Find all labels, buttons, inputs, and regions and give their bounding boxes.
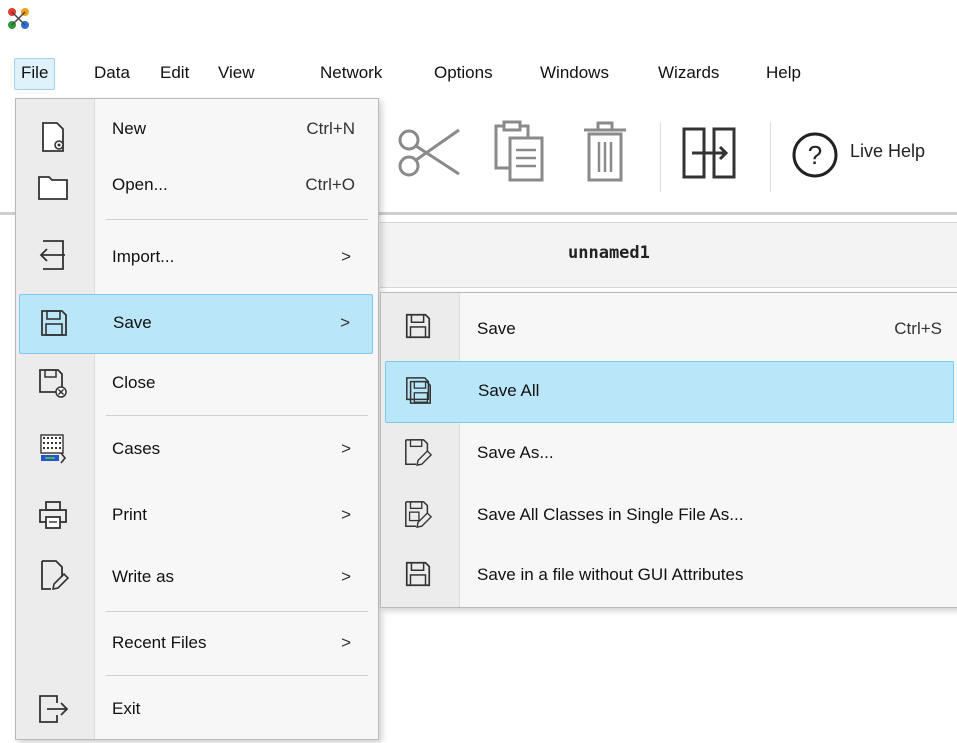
file-menu-print[interactable]: Print > <box>19 487 373 545</box>
network-nodes-logo-icon <box>8 8 29 29</box>
copy-icon[interactable] <box>490 118 548 184</box>
file-menu-open[interactable]: Open... Ctrl+O <box>19 161 373 219</box>
close-file-icon <box>39 369 67 398</box>
help-icon[interactable]: ? <box>790 130 840 180</box>
menu-edit[interactable]: Edit <box>154 58 195 88</box>
file-menu-write-as-label: Write as <box>112 567 175 586</box>
file-menu: New Ctrl+N Open... Ctrl+O Import... > Sa… <box>15 98 379 740</box>
file-menu-exit-label: Exit <box>112 699 141 718</box>
save-submenu-save-shortcut: Ctrl+S <box>894 319 942 338</box>
svg-text:?: ? <box>808 140 822 170</box>
menu-options[interactable]: Options <box>428 58 499 88</box>
file-menu-recent-files-label: Recent Files <box>112 633 207 652</box>
menu-network[interactable]: Network <box>314 58 388 88</box>
save-submenu-save-all-classes[interactable]: Save All Classes in Single File As... <box>385 485 954 545</box>
save-submenu-save-no-gui-label: Save in a file without GUI Attributes <box>477 565 744 584</box>
split-window-icon[interactable] <box>680 125 738 181</box>
write-as-icon <box>41 560 69 591</box>
file-menu-new-label: New <box>112 119 147 138</box>
submenu-arrow: > <box>341 633 351 652</box>
open-folder-icon <box>38 176 68 200</box>
submenu-arrow: > <box>340 313 350 332</box>
file-menu-new-shortcut: Ctrl+N <box>306 119 355 138</box>
document-window-header: unnamed1 <box>380 222 957 288</box>
save-no-gui-icon <box>405 561 431 587</box>
file-menu-cases-label: Cases <box>112 439 161 458</box>
new-file-icon <box>42 122 64 152</box>
file-menu-import-label: Import... <box>112 247 175 266</box>
menu-data[interactable]: Data <box>88 58 136 88</box>
file-menu-save[interactable]: Save > <box>19 294 373 354</box>
file-menu-write-as[interactable]: Write as > <box>19 549 373 607</box>
save-icon <box>41 310 67 336</box>
save-submenu-save-label: Save <box>477 319 516 338</box>
menu-separator <box>106 675 368 676</box>
save-submenu: Save Ctrl+S Save All Save As... Save All… <box>380 292 957 608</box>
menu-bar: File Data Edit View Network Options Wind… <box>0 48 957 96</box>
file-menu-close-label: Close <box>112 373 156 392</box>
menu-separator <box>106 611 368 612</box>
cut-icon[interactable] <box>395 122 465 182</box>
menu-separator <box>106 415 368 416</box>
file-menu-recent-files[interactable]: Recent Files > <box>19 615 373 673</box>
menu-help[interactable]: Help <box>760 58 807 88</box>
delete-icon[interactable] <box>580 120 630 184</box>
save-submenu-save-as[interactable]: Save As... <box>385 423 954 483</box>
file-menu-close[interactable]: Close <box>19 357 373 415</box>
file-menu-new[interactable]: New Ctrl+N <box>19 109 373 167</box>
save-submenu-save-no-gui[interactable]: Save in a file without GUI Attributes <box>385 545 954 605</box>
menu-windows[interactable]: Windows <box>534 58 615 88</box>
file-menu-cases[interactable]: Cases > <box>19 421 373 479</box>
document-title: unnamed1 <box>568 243 650 263</box>
save-as-icon <box>405 439 433 467</box>
file-menu-exit[interactable]: Exit <box>19 679 373 737</box>
file-menu-import[interactable]: Import... > <box>19 229 373 287</box>
title-bar <box>0 0 957 40</box>
cases-icon <box>40 434 67 464</box>
menu-view[interactable]: View <box>212 58 261 88</box>
save-submenu-save-all-label: Save All <box>478 381 540 400</box>
printer-icon <box>39 501 67 529</box>
file-menu-print-label: Print <box>112 505 147 524</box>
save-submenu-save-all[interactable]: Save All <box>385 361 954 423</box>
submenu-arrow: > <box>341 439 351 458</box>
save-classes-icon <box>405 501 433 529</box>
save-submenu-save-all-classes-label: Save All Classes in Single File As... <box>477 505 744 524</box>
menu-file[interactable]: File <box>14 58 56 90</box>
file-menu-open-label: Open... <box>112 175 168 194</box>
save-submenu-save[interactable]: Save Ctrl+S <box>385 297 954 357</box>
menu-separator <box>106 219 368 220</box>
submenu-arrow: > <box>341 567 351 586</box>
save-submenu-save-as-label: Save As... <box>477 443 554 462</box>
save-all-icon <box>406 377 431 404</box>
exit-icon <box>39 695 69 723</box>
file-menu-open-shortcut: Ctrl+O <box>305 175 355 194</box>
import-icon <box>39 240 65 270</box>
file-menu-save-label: Save <box>113 313 152 332</box>
menu-wizards[interactable]: Wizards <box>652 58 725 88</box>
submenu-arrow: > <box>341 247 351 266</box>
live-help-label[interactable]: Live Help <box>850 141 925 162</box>
submenu-arrow: > <box>341 505 351 524</box>
save-icon <box>405 313 431 339</box>
